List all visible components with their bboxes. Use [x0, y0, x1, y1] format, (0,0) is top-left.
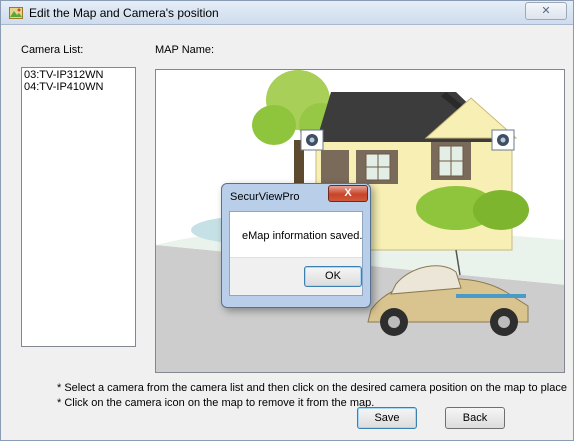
dialog-close-button[interactable]: X: [328, 185, 368, 202]
ok-button[interactable]: OK: [304, 266, 362, 287]
back-button[interactable]: Back: [445, 407, 505, 429]
title-bar[interactable]: Edit the Map and Camera's position ✕: [1, 1, 573, 25]
camera-list[interactable]: 03:TV-IP312WN 04:TV-IP410WN: [21, 67, 136, 347]
camera-list-label: Camera List:: [21, 44, 84, 56]
message-dialog: SecurViewPro X eMap information saved. O…: [221, 183, 371, 308]
camera-icon[interactable]: [300, 129, 324, 151]
instruction-remove-camera: * Click on the camera icon on the map to…: [57, 397, 375, 409]
save-button[interactable]: Save: [357, 407, 417, 429]
map-window-icon: [9, 7, 23, 19]
map-name-label: MAP Name:: [155, 44, 215, 56]
edit-map-window: Edit the Map and Camera's position ✕ Cam…: [0, 0, 574, 441]
camera-icon[interactable]: [491, 129, 515, 151]
dialog-message: eMap information saved.: [242, 230, 363, 242]
camera-list-item[interactable]: 03:TV-IP312WN: [24, 69, 133, 81]
window-close-button[interactable]: ✕: [525, 2, 567, 20]
dialog-title: SecurViewPro: [230, 191, 300, 203]
dialog-footer: OK: [230, 257, 362, 295]
window-title: Edit the Map and Camera's position: [29, 6, 219, 20]
dialog-body: eMap information saved. OK: [229, 211, 363, 296]
camera-list-item[interactable]: 04:TV-IP410WN: [24, 81, 133, 93]
instruction-place-camera: * Select a camera from the camera list a…: [57, 382, 569, 394]
